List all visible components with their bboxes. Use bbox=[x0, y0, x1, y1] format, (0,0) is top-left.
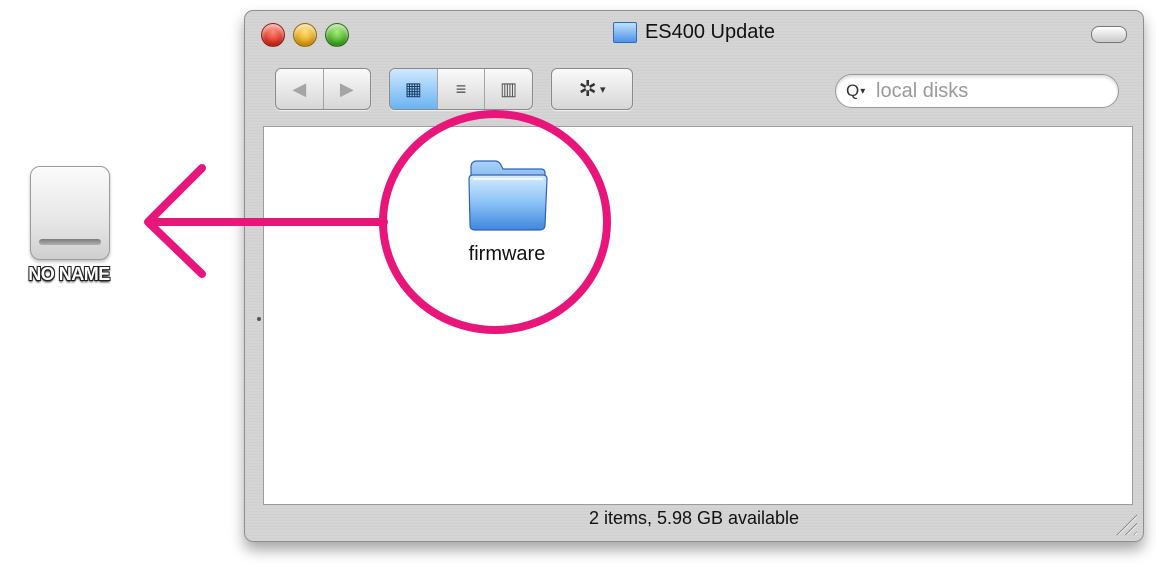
folder-item-firmware[interactable]: firmware bbox=[444, 157, 570, 266]
folder-icon bbox=[612, 22, 637, 43]
icon-view-button[interactable]: ▦ bbox=[390, 69, 438, 109]
folder-icon bbox=[468, 160, 548, 231]
search-input[interactable] bbox=[874, 78, 1108, 104]
title-bar: ES400 Update bbox=[245, 21, 1143, 44]
back-button[interactable]: ◀ bbox=[276, 69, 324, 109]
icon-view-icon: ▦ bbox=[404, 78, 422, 99]
toolbar-toggle-button[interactable] bbox=[1091, 26, 1127, 43]
column-view-button[interactable]: ▥ bbox=[485, 69, 532, 109]
magnifier-glyph: Q bbox=[846, 81, 860, 100]
folder-label: firmware bbox=[468, 243, 546, 265]
drive-label: NO NAME bbox=[28, 264, 110, 284]
action-button-face: ✲ ▾ bbox=[552, 69, 632, 109]
back-arrow-icon: ◀ bbox=[292, 78, 307, 99]
external-drive-icon bbox=[30, 166, 110, 260]
action-menu-button[interactable]: ✲ ▾ bbox=[551, 68, 633, 110]
search-field[interactable]: Q ▾ bbox=[835, 74, 1119, 108]
list-view-icon: ≡ bbox=[455, 78, 467, 99]
search-menu-chevron-icon: ▾ bbox=[860, 85, 866, 97]
sidebar-split-handle[interactable] bbox=[257, 317, 261, 321]
column-view-icon: ▥ bbox=[500, 78, 518, 99]
status-text: 2 items, 5.98 GB available bbox=[588, 507, 800, 528]
gear-icon: ✲ bbox=[578, 76, 597, 101]
arrow-head bbox=[144, 164, 206, 278]
list-view-button[interactable]: ≡ bbox=[438, 69, 486, 109]
window-title: ES400 Update bbox=[644, 21, 776, 43]
forward-arrow-icon: ▶ bbox=[339, 78, 354, 99]
finder-window: ES400 Update ◀ ▶ ▦ ≡ ▥ ✲ ▾ Q ▾ local dis… bbox=[244, 10, 1144, 542]
navigation-group: ◀ ▶ bbox=[275, 68, 371, 110]
file-browser-area[interactable]: firmware bbox=[263, 126, 1133, 505]
forward-button[interactable]: ▶ bbox=[324, 69, 371, 109]
status-bar: 2 items, 5.98 GB available bbox=[245, 503, 1143, 533]
search-icon[interactable]: Q ▾ bbox=[846, 81, 874, 101]
view-mode-group: ▦ ≡ ▥ bbox=[389, 68, 533, 110]
chevron-down-icon: ▾ bbox=[599, 83, 606, 96]
